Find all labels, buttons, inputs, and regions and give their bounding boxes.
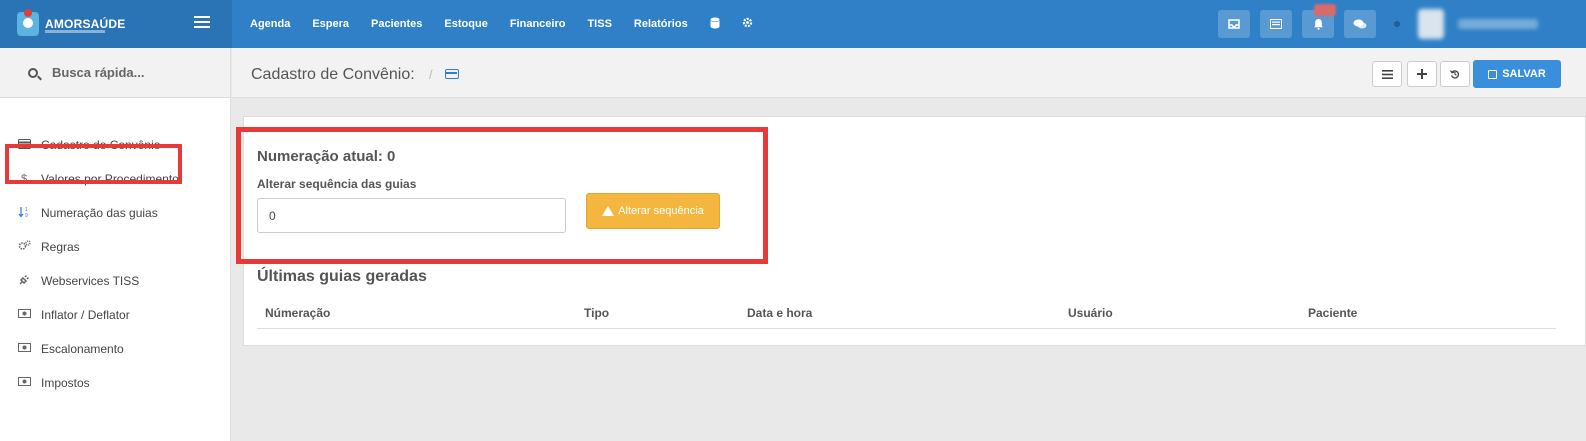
- numeracao-atual-title: Numeração atual: 0: [257, 148, 396, 165]
- nav-financeiro[interactable]: Financeiro: [510, 18, 566, 30]
- alter-sequence-label: Alterar sequência: [618, 205, 704, 217]
- nav-espera[interactable]: Espera: [312, 18, 349, 30]
- brand[interactable]: AMORSAÚDE: [0, 0, 232, 48]
- gear-icon[interactable]: [742, 17, 753, 31]
- plug-icon: [17, 274, 31, 289]
- status-dot: [1394, 21, 1400, 27]
- nav-relatorios[interactable]: Relatórios: [634, 18, 688, 30]
- list-icon: [1381, 69, 1393, 79]
- add-button[interactable]: [1407, 61, 1437, 87]
- topbar-actions: [1218, 0, 1586, 48]
- money-icon: [17, 377, 31, 389]
- column-header[interactable]: Usuário: [1068, 306, 1113, 320]
- list-view-button[interactable]: [1372, 61, 1402, 87]
- sidebar-item-label: Inflator / Deflator: [41, 308, 130, 322]
- svg-text:9: 9: [25, 213, 28, 218]
- money-icon: [17, 343, 31, 355]
- last-guides-title: Últimas guias geradas: [257, 268, 427, 285]
- page-title: Cadastro de Convênio:: [251, 66, 415, 83]
- cogs-icon: [17, 240, 31, 254]
- sidebar-item-label: Webservices TISS: [41, 274, 140, 288]
- avatar[interactable]: [1418, 9, 1444, 39]
- brand-name: AMORSAÚDE: [45, 17, 126, 31]
- brand-tagline: [45, 30, 105, 33]
- column-header[interactable]: Númeração: [265, 306, 330, 320]
- sidebar-item-webservices-tiss[interactable]: Webservices TISS: [0, 264, 231, 298]
- sidebar-item-escalonamento[interactable]: Escalonamento: [0, 332, 231, 366]
- sidebar-item-inflator-deflator[interactable]: Inflator / Deflator: [0, 298, 231, 332]
- sidebar-item-valores-procedimento[interactable]: $ Valores por Procedimento: [0, 162, 231, 196]
- nav-tiss[interactable]: TISS: [587, 18, 611, 30]
- top-navbar: AMORSAÚDE Agenda Espera Pacientes Estoqu…: [0, 0, 1586, 48]
- search-input[interactable]: [52, 65, 202, 80]
- sidebar-item-label: Numeração das guias: [41, 206, 158, 220]
- sidebar-item-cadastro-convenio[interactable]: Cadastro do Convênio: [0, 128, 231, 162]
- sidebar-item-label: Impostos: [41, 376, 90, 390]
- sidebar-menu: Cadastro do Convênio $ Valores por Proce…: [0, 128, 231, 400]
- chat-icon[interactable]: [1344, 10, 1376, 38]
- sort-numeric-icon: 19: [17, 206, 31, 221]
- content-header: Cadastro de Convênio: / SALVAR: [232, 48, 1586, 98]
- sidebar-item-label: Valores por Procedimento: [41, 172, 179, 186]
- nav-pacientes[interactable]: Pacientes: [371, 18, 422, 30]
- sequence-input[interactable]: [257, 198, 566, 233]
- inbox-icon[interactable]: [1218, 10, 1250, 38]
- column-header[interactable]: Paciente: [1308, 306, 1357, 320]
- sidebar-item-label: Regras: [41, 240, 80, 254]
- credit-card-icon: [17, 138, 31, 152]
- user-name[interactable]: [1458, 19, 1538, 29]
- credit-card-icon: [445, 69, 459, 79]
- history-button[interactable]: [1440, 61, 1470, 87]
- dollar-icon: $: [20, 173, 28, 185]
- plus-icon: [1417, 69, 1427, 79]
- alter-sequence-button[interactable]: Alterar sequência: [586, 193, 720, 229]
- nav-agenda[interactable]: Agenda: [250, 18, 290, 30]
- column-header[interactable]: Data e hora: [747, 306, 812, 320]
- history-icon: [1450, 70, 1460, 79]
- warning-icon: [602, 206, 615, 216]
- sidebar-item-label: Escalonamento: [41, 342, 124, 356]
- bell-icon[interactable]: [1302, 4, 1336, 38]
- column-header[interactable]: Tipo: [584, 306, 609, 320]
- sidebar: Cadastro do Convênio $ Valores por Proce…: [0, 48, 231, 441]
- notification-badge: [1314, 4, 1336, 16]
- database-icon[interactable]: [710, 17, 720, 32]
- hamburger-menu-icon[interactable]: [194, 16, 210, 28]
- main-nav: Agenda Espera Pacientes Estoque Financei…: [250, 17, 775, 32]
- quick-search: [0, 48, 230, 98]
- search-icon: [28, 67, 38, 78]
- table-header: Númeração Tipo Data e hora Usuário Pacie…: [257, 296, 1556, 329]
- save-button[interactable]: SALVAR: [1473, 60, 1561, 88]
- breadcrumb-separator: /: [429, 67, 433, 82]
- nav-estoque[interactable]: Estoque: [444, 18, 487, 30]
- list-alt-icon[interactable]: [1260, 10, 1292, 38]
- heart-icon: [24, 9, 32, 17]
- sequence-label: Alterar sequência das guias: [257, 177, 417, 191]
- save-button-label: SALVAR: [1502, 68, 1546, 80]
- money-icon: [17, 309, 31, 321]
- sidebar-item-label: Cadastro do Convênio: [41, 138, 161, 152]
- floppy-disk-icon: [1488, 69, 1498, 79]
- sidebar-item-impostos[interactable]: Impostos: [0, 366, 231, 400]
- sidebar-item-regras[interactable]: Regras: [0, 230, 231, 264]
- sidebar-item-numeracao-guias[interactable]: 19 Numeração das guias: [0, 196, 231, 230]
